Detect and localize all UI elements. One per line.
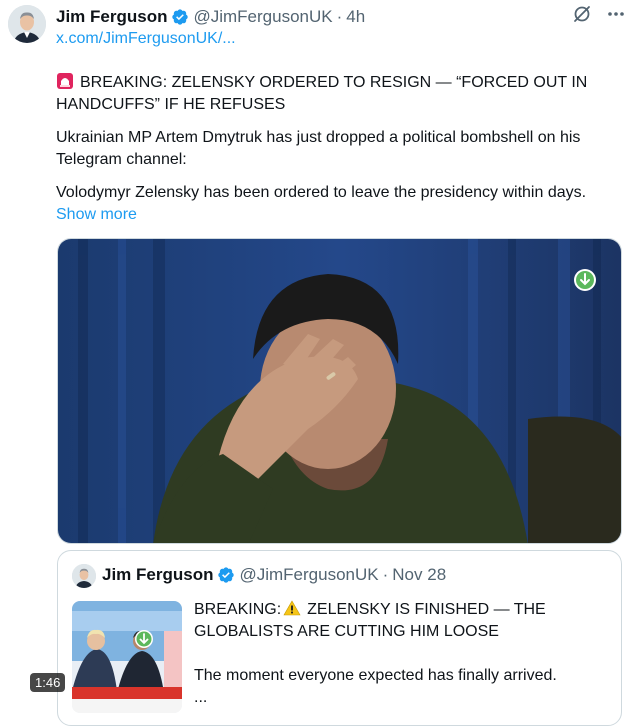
separator-dot: · bbox=[336, 7, 343, 26]
quote-video-thumbnail[interactable] bbox=[72, 601, 182, 713]
quote-headline-prefix: BREAKING: bbox=[194, 601, 282, 618]
quote-header: Jim Ferguson @JimFergusonUK · Nov 28 bbox=[102, 565, 446, 585]
quote-author-avatar bbox=[72, 564, 96, 588]
quote-timestamp: Nov 28 bbox=[392, 565, 447, 584]
profile-link[interactable]: x.com/JimFergusonUK/... bbox=[56, 30, 236, 48]
quoted-tweet[interactable]: Jim Ferguson @JimFergusonUK · Nov 28 BRE… bbox=[57, 550, 622, 726]
quote-author-handle: @JimFergusonUK bbox=[239, 565, 379, 584]
verified-badge-icon bbox=[217, 566, 235, 584]
author-name[interactable]: Jim Ferguson bbox=[56, 7, 167, 27]
tweet-timestamp[interactable]: 4h bbox=[346, 7, 365, 27]
tweet-media-image[interactable] bbox=[57, 238, 622, 544]
warning-icon bbox=[283, 600, 301, 616]
tweet-headline-text: BREAKING: ZELENSKY ORDERED TO RESIGN — “… bbox=[56, 74, 588, 113]
tweet-headline: BREAKING: ZELENSKY ORDERED TO RESIGN — “… bbox=[56, 72, 626, 116]
more-icon[interactable] bbox=[606, 4, 626, 24]
show-more-link[interactable]: Show more bbox=[56, 204, 137, 226]
tweet-actions-top bbox=[572, 4, 626, 24]
author-handle[interactable]: @JimFergusonUK bbox=[193, 7, 332, 27]
quote-headline: BREAKING: ZELENSKY IS FINISHED — THE GLOB… bbox=[194, 599, 607, 643]
quote-author-name: Jim Ferguson bbox=[102, 565, 214, 584]
verified-badge-icon bbox=[171, 8, 189, 26]
tweet-header: Jim Ferguson @JimFergusonUK · 4h bbox=[56, 6, 365, 28]
siren-icon bbox=[56, 72, 74, 90]
quote-body: The moment everyone expected has finally… bbox=[194, 667, 557, 684]
grok-icon[interactable] bbox=[572, 4, 592, 24]
quote-ellipsis: ... bbox=[194, 689, 208, 706]
tweet-paragraph: Ukrainian MP Artem Dmytruk has just drop… bbox=[56, 129, 581, 168]
author-avatar[interactable] bbox=[8, 5, 46, 43]
separator-dot: · bbox=[382, 565, 389, 584]
tweet-paragraph: Volodymyr Zelensky has been ordered to l… bbox=[56, 184, 587, 201]
video-duration-badge: 1:46 bbox=[30, 673, 66, 692]
